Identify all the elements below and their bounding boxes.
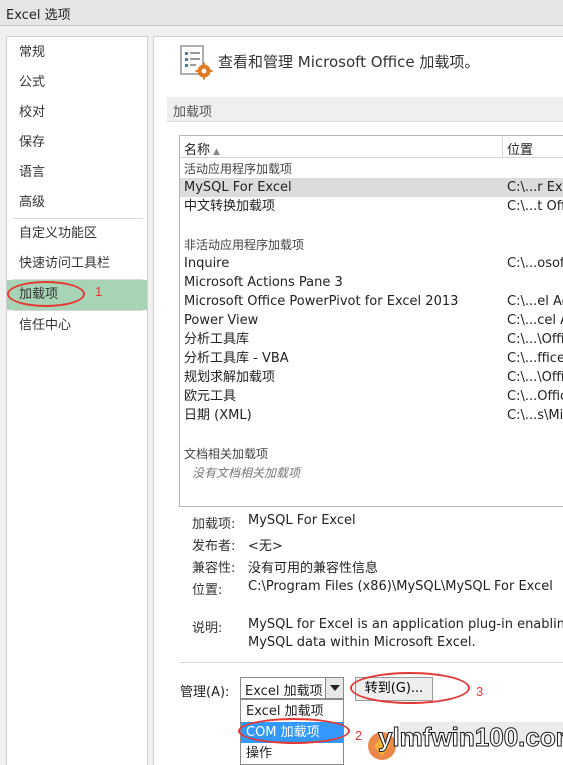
list-header: 名称 ▲ 位置 xyxy=(180,136,563,158)
sidebar-item-quick-access-toolbar[interactable]: 快速访问工具栏 xyxy=(7,249,147,279)
column-header-location[interactable]: 位置 xyxy=(507,139,533,158)
watermark-site-text: ylmfwin100.com xyxy=(378,722,563,753)
row-name: 分析工具库 xyxy=(184,332,250,347)
table-row[interactable]: Inquire C:\...osoft xyxy=(180,254,563,273)
detail-publisher-label: 发布者: xyxy=(192,539,236,554)
sidebar-item-save[interactable]: 保存 xyxy=(7,128,147,158)
dropdown-button[interactable] xyxy=(325,678,343,698)
group-title-active: 活动应用程序加载项 xyxy=(184,162,293,176)
detail-desc-line1: MySQL for Excel is an application plug-i… xyxy=(248,617,563,632)
manage-dropdown-list: Excel 加载项 COM 加载项 操作 xyxy=(240,699,344,765)
sidebar-item-addins[interactable]: 加载项 xyxy=(7,280,147,310)
page-title: 查看和管理 Microsoft Office 加载项。 xyxy=(218,53,480,71)
row-location: C:\...Office xyxy=(507,389,563,404)
row-location: C:\...\Office xyxy=(507,332,563,347)
title-bar: Excel 选项 xyxy=(0,0,563,26)
table-row[interactable]: 分析工具库 - VBA C:\...ffice xyxy=(180,349,563,368)
sidebar-item-advanced[interactable]: 高级 xyxy=(7,188,147,218)
row-location: C:\...s\Micr xyxy=(507,408,563,423)
detail-addin-label: 加载项: xyxy=(192,517,236,532)
group-title-inactive: 非活动应用程序加载项 xyxy=(184,238,305,252)
manage-label: 管理(A): xyxy=(180,685,230,700)
row-location: C:\...ffice xyxy=(507,351,563,366)
dropdown-option-com-addins[interactable]: COM 加载项 xyxy=(241,722,343,743)
detail-location-value: C:\Program Files (x86)\MySQL\MySQL For E… xyxy=(248,579,553,594)
group-empty-text: 没有文档相关加载项 xyxy=(192,466,301,480)
window-title: Excel 选项 xyxy=(6,8,71,23)
dropdown-option-actions[interactable]: 操作 xyxy=(241,743,343,764)
section-title: 加载项 xyxy=(173,105,213,120)
chevron-down-icon xyxy=(330,685,340,691)
annotation-number-3: 3 xyxy=(476,684,484,699)
row-location: C:\...cel Add xyxy=(507,313,563,328)
column-header-name[interactable]: 名称 ▲ xyxy=(184,139,220,158)
divider xyxy=(179,662,563,663)
column-divider xyxy=(502,136,503,158)
row-name: Microsoft Office PowerPivot for Excel 20… xyxy=(184,294,459,309)
row-name: Power View xyxy=(184,313,259,328)
dropdown-option-excel-addins[interactable]: Excel 加载项 xyxy=(241,701,343,722)
manage-select[interactable]: Excel 加载项 xyxy=(240,677,344,699)
row-name: Inquire xyxy=(184,256,230,271)
row-name: Microsoft Actions Pane 3 xyxy=(184,275,343,290)
table-row[interactable]: 欧元工具 C:\...Office xyxy=(180,387,563,406)
row-location: C:\...r Excel xyxy=(507,180,563,195)
sidebar-item-proofing[interactable]: 校对 xyxy=(7,98,147,128)
detail-desc-line2: MySQL data within Microsoft Excel. xyxy=(248,635,476,650)
row-name: 中文转换加载项 xyxy=(184,199,276,214)
table-row[interactable]: 分析工具库 C:\...\Office xyxy=(180,330,563,349)
row-name: 分析工具库 - VBA xyxy=(184,351,289,366)
row-location: C:\...t Office xyxy=(507,199,563,214)
addins-gear-icon xyxy=(180,45,213,80)
goto-button[interactable]: 转到(G)... xyxy=(355,677,433,701)
addins-list[interactable]: 名称 ▲ 位置 活动应用程序加载项 MySQL For Excel C:\...r… xyxy=(179,135,563,507)
row-location: C:\...el Add xyxy=(507,294,563,309)
table-row[interactable]: Microsoft Actions Pane 3 xyxy=(180,273,563,292)
detail-addin-value: MySQL For Excel xyxy=(248,513,356,528)
row-name: 规划求解加载项 xyxy=(184,370,276,385)
sidebar-item-customize-ribbon[interactable]: 自定义功能区 xyxy=(7,219,147,249)
table-row[interactable]: Microsoft Office PowerPivot for Excel 20… xyxy=(180,292,563,311)
detail-compat-label: 兼容性: xyxy=(192,561,236,576)
sidebar: 常规 公式 校对 保存 语言 高级 自定义功能区 快速访问工具栏 加载项 信任中… xyxy=(6,36,148,765)
table-row[interactable]: Power View C:\...cel Add xyxy=(180,311,563,330)
table-row[interactable]: MySQL For Excel C:\...r Excel xyxy=(180,178,563,197)
sort-up-icon: ▲ xyxy=(213,147,220,157)
detail-compat-value: 没有可用的兼容性信息 xyxy=(248,561,379,576)
detail-desc-label: 说明: xyxy=(192,621,223,636)
row-location: C:\...osoft xyxy=(507,256,563,271)
detail-publisher-value: <无> xyxy=(248,539,283,554)
sidebar-item-trust-center[interactable]: 信任中心 xyxy=(7,311,147,341)
sidebar-item-formulas[interactable]: 公式 xyxy=(7,68,147,98)
row-name: 欧元工具 xyxy=(184,389,237,404)
section-header: 加载项 xyxy=(167,97,563,122)
row-location: C:\...\Office xyxy=(507,370,563,385)
sidebar-item-general[interactable]: 常规 xyxy=(7,38,147,68)
detail-location-label: 位置: xyxy=(192,583,223,598)
group-title-document: 文档相关加载项 xyxy=(184,447,269,461)
row-name: MySQL For Excel xyxy=(184,180,292,195)
annotation-number-1: 1 xyxy=(95,284,103,299)
table-row[interactable]: 日期 (XML) C:\...s\Micr xyxy=(180,406,563,425)
table-row[interactable]: 规划求解加载项 C:\...\Office xyxy=(180,368,563,387)
sidebar-item-language[interactable]: 语言 xyxy=(7,158,147,188)
row-name: 日期 (XML) xyxy=(184,408,252,423)
table-row[interactable]: 中文转换加载项 C:\...t Office xyxy=(180,197,563,216)
manage-select-value: Excel 加载项 xyxy=(245,684,323,699)
